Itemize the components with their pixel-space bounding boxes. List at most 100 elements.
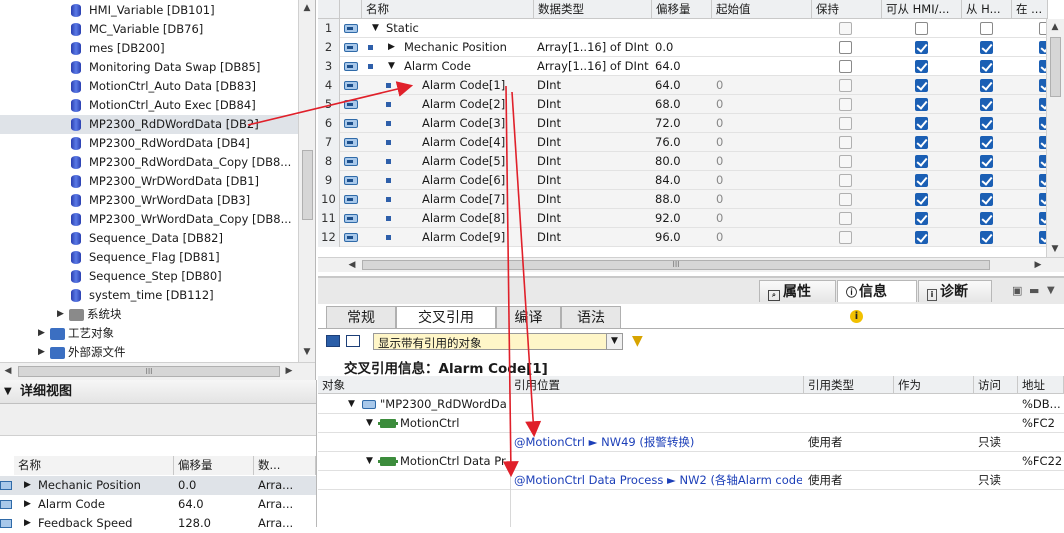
calendar-view-icon[interactable] [346, 335, 360, 347]
table-row[interactable]: 1 ▼ Static [318, 19, 1064, 38]
grid-scroll-thumb[interactable] [1050, 37, 1061, 97]
checkbox[interactable] [839, 174, 852, 187]
checkbox[interactable] [915, 193, 928, 206]
xref-row[interactable]: ▼ MotionCtrl Data Pr... %FC22 [318, 452, 1064, 471]
checkbox[interactable] [915, 155, 928, 168]
grid-horizontal-scrollbar[interactable]: ◀ III ▶ [318, 257, 1064, 272]
tree-item-db[interactable]: MP2300_RdDWordData [DB2] [0, 115, 298, 134]
expand-arrow-icon[interactable]: ▶ [38, 324, 45, 343]
xref-row[interactable]: @MotionCtrl Data Process ► NW2 (各轴Alarm … [318, 471, 1064, 490]
table-row[interactable]: 11 Alarm Code[8] DInt 92.0 0 [318, 209, 1064, 228]
checkbox[interactable] [980, 155, 993, 168]
scroll-down-icon[interactable]: ▼ [299, 344, 315, 360]
tab-info[interactable]: ⓘ 信息 i [837, 280, 917, 323]
col-type[interactable]: 数... [254, 456, 316, 475]
scroll-up-icon[interactable]: ▲ [1047, 19, 1063, 35]
ref-location-link[interactable]: @MotionCtrl Data Process ► NW2 (各轴Alarm … [514, 471, 802, 490]
checkbox[interactable] [839, 155, 852, 168]
checkbox[interactable] [839, 117, 852, 130]
checkbox[interactable] [980, 117, 993, 130]
tree-item-db[interactable]: MC_Variable [DB76] [0, 20, 298, 39]
col-start-value[interactable]: 起始值 [712, 0, 812, 19]
expand-arrow-icon[interactable]: ▼ [372, 19, 379, 38]
checkbox[interactable] [980, 136, 993, 149]
chevron-down-icon[interactable]: ▼ [606, 334, 622, 349]
collapse-chevron-icon[interactable]: ▼ [4, 380, 12, 404]
checkbox[interactable] [915, 22, 928, 35]
expand-arrow-icon[interactable]: ▶ [38, 343, 45, 362]
table-row[interactable]: 4 Alarm Code[1] DInt 64.0 0 [318, 76, 1064, 95]
subtab-compile[interactable]: 编译 [496, 306, 561, 328]
checkbox[interactable] [839, 60, 852, 73]
tree-folder[interactable]: ▶ 外部源文件 [0, 343, 298, 362]
tree-vertical-scrollbar[interactable]: ▲ ▼ [298, 0, 315, 362]
col-address[interactable]: 地址 [1018, 376, 1064, 394]
expand-arrow-icon[interactable]: ▼ [366, 452, 373, 471]
checkbox[interactable] [839, 79, 852, 92]
scroll-left-icon[interactable]: ◀ [344, 257, 360, 272]
detail-view-header[interactable]: ▼ 详细视图 [0, 380, 316, 404]
col-object[interactable]: 对象 [318, 376, 510, 394]
table-row[interactable]: 5 Alarm Code[2] DInt 68.0 0 [318, 95, 1064, 114]
expand-arrow-icon[interactable]: ▶ [24, 495, 31, 514]
xref-row[interactable]: ▼ MotionCtrl %FC2 [318, 414, 1064, 433]
subtab-cross-reference[interactable]: 交叉引用 [396, 306, 496, 329]
col-ref-type[interactable]: 引用类型 [804, 376, 894, 394]
checkbox[interactable] [915, 79, 928, 92]
col-hmi-access[interactable]: 可从 HMI/... [882, 0, 962, 19]
expand-arrow-icon[interactable]: ▶ [24, 476, 31, 495]
checkbox[interactable] [839, 136, 852, 149]
checkbox[interactable] [915, 117, 928, 130]
tree-folder[interactable]: ▶ 系统块 [0, 305, 298, 324]
tab-diagnostics[interactable]: i 诊断 [918, 280, 992, 302]
checkbox[interactable] [915, 41, 928, 54]
checkbox[interactable] [839, 41, 852, 54]
expand-arrow-icon[interactable]: ▼ [348, 395, 355, 414]
col-visible[interactable]: 在 ... [1012, 0, 1048, 19]
col-name[interactable]: 名称 [362, 0, 534, 19]
col-ref-location[interactable]: 引用位置 [510, 376, 804, 394]
checkbox[interactable] [915, 136, 928, 149]
filter-icon[interactable]: ▼ [632, 333, 643, 349]
grid-hscroll-thumb[interactable]: III [362, 260, 990, 270]
col-datatype[interactable]: 数据类型 [534, 0, 652, 19]
tree-hscroll-thumb[interactable]: III [18, 366, 280, 377]
table-row[interactable]: 2 ▶ Mechanic Position Array[1..16] of DInt 0… [318, 38, 1064, 57]
tree-item-db[interactable]: MP2300_WrDWordData [DB1] [0, 172, 298, 191]
xref-row[interactable]: ▼ "MP2300_RdDWordDa... %DB... [318, 395, 1064, 414]
tree-item-db[interactable]: MP2300_WrWordData_Copy [DB8... [0, 210, 298, 229]
tab-properties[interactable]: ⌕ 属性 [759, 280, 836, 302]
checkbox[interactable] [980, 193, 993, 206]
window-minimize-icon[interactable]: ▬ [1029, 284, 1039, 297]
col-name[interactable]: 名称 [14, 456, 174, 475]
expand-arrow-icon[interactable]: ▶ [57, 305, 64, 324]
tree-item-db[interactable]: system_time [DB112] [0, 286, 298, 305]
expand-arrow-icon[interactable]: ▶ [24, 514, 31, 533]
ref-location-link[interactable]: @MotionCtrl ► NW49 (报警转换) [514, 433, 802, 452]
tree-item-db[interactable]: MP2300_RdWordData [DB4] [0, 134, 298, 153]
checkbox[interactable] [839, 212, 852, 225]
checkbox[interactable] [980, 212, 993, 225]
tree-scroll-thumb[interactable] [302, 150, 313, 220]
xref-row[interactable]: @MotionCtrl ► NW49 (报警转换) 使用者 只读 [318, 433, 1064, 452]
checkbox[interactable] [980, 174, 993, 187]
checkbox[interactable] [915, 174, 928, 187]
col-as[interactable]: 作为 [894, 376, 974, 394]
expand-arrow-icon[interactable]: ▼ [388, 57, 395, 76]
checkbox[interactable] [915, 60, 928, 73]
scroll-right-icon[interactable]: ▶ [281, 363, 297, 379]
detail-row[interactable]: ▶ Mechanic Position 0.0 Arra... [0, 476, 316, 495]
col-offset[interactable]: 偏移量 [652, 0, 712, 19]
checkbox[interactable] [839, 193, 852, 206]
subtab-general[interactable]: 常规 [326, 306, 396, 328]
tree-item-db[interactable]: Sequence_Flag [DB81] [0, 248, 298, 267]
checkbox[interactable] [980, 22, 993, 35]
col-retain[interactable]: 保持 [812, 0, 882, 19]
tree-horizontal-scrollbar[interactable]: ◀ III ▶ [0, 362, 315, 380]
tree-item-db[interactable]: MotionCtrl_Auto Data [DB83] [0, 77, 298, 96]
tree-item-db[interactable]: HMI_Variable [DB101] [0, 1, 298, 20]
subtab-syntax[interactable]: 语法 [561, 306, 621, 328]
table-row[interactable]: 10 Alarm Code[7] DInt 88.0 0 [318, 190, 1064, 209]
checkbox[interactable] [915, 231, 928, 244]
grid-vertical-scrollbar[interactable]: ▲ ▼ [1046, 19, 1064, 257]
